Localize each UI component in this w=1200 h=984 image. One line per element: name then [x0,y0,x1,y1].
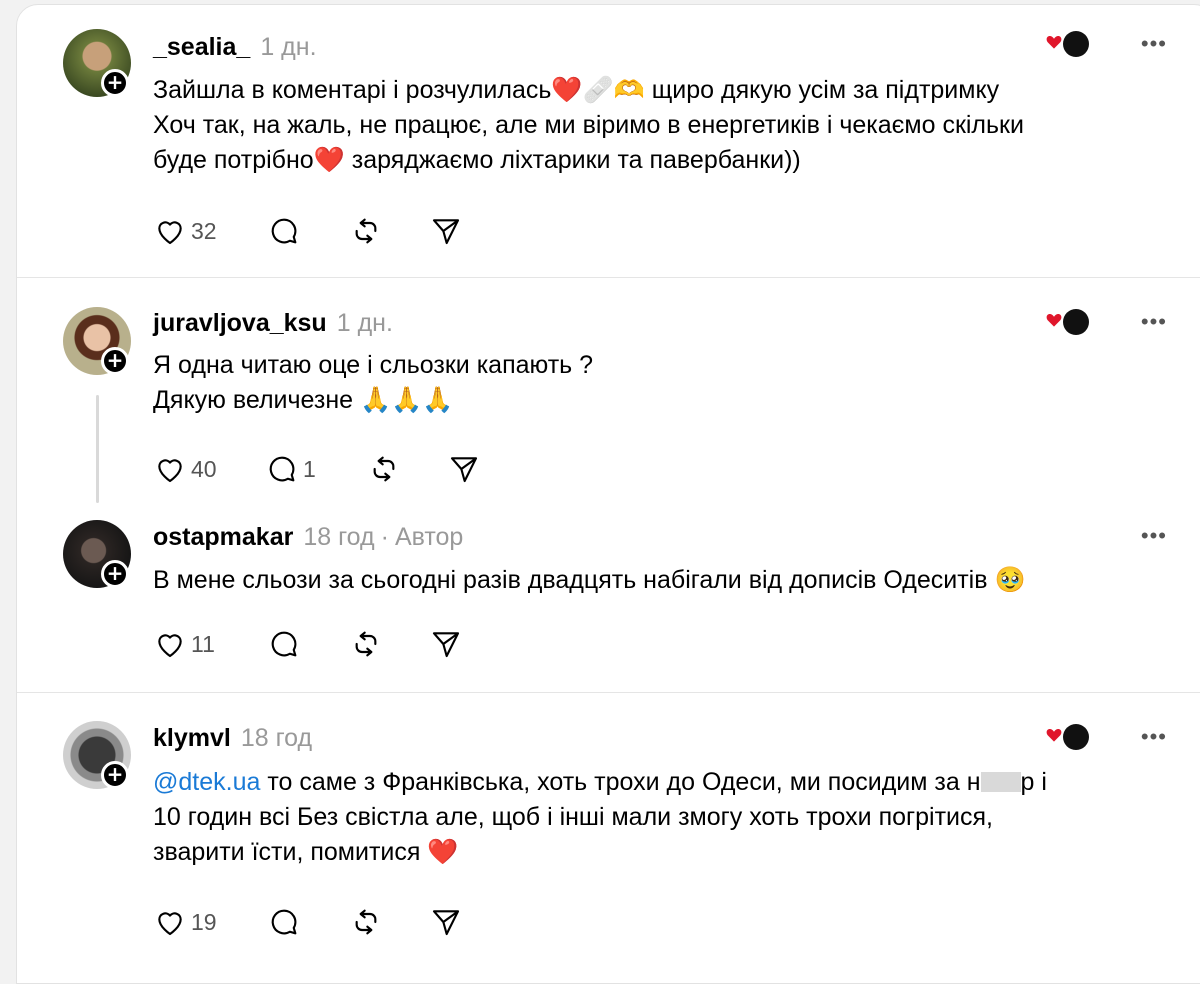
comment-text-line: Зайшла в коментарі і розчулилась❤️🩹🫶 щир… [153,76,1000,104]
mention-link[interactable]: @dtek.ua [153,768,260,796]
comment-text-line: буде потрібно❤️ заряджаємо ліхтарики та … [153,146,801,174]
comment-text-line: В мене сльози за сьогодні разів двадцять… [153,566,1026,594]
follow-plus-icon[interactable]: + [101,69,129,97]
username[interactable]: klymvl [153,724,231,752]
timestamp: 18 год [303,523,375,551]
send-icon [450,457,478,483]
thread-line [96,395,99,503]
like-count: 11 [191,630,215,657]
timestamp: 18 год [240,724,313,752]
heart-icon [158,634,182,658]
reply-button[interactable] [267,627,301,661]
avatar[interactable]: + [63,307,131,375]
reply-count: 1 [303,455,316,482]
divider [17,692,1200,693]
timestamp: 1 дн. [260,33,317,61]
comment-text-segment: р і [1020,768,1047,796]
comment-text-segment: то саме з Франківська, хоть трохи до Оде… [260,768,981,796]
username[interactable]: juravljova_ksu [153,309,327,337]
comment-icon [271,909,297,935]
share-button[interactable] [447,452,481,486]
share-button[interactable] [429,627,463,661]
reply-button[interactable] [267,905,301,939]
comment-text-line: Дякую величезне 🙏🙏🙏 [153,386,454,414]
like-button[interactable]: 11 [153,627,215,661]
comments-card: + _sealia_ 1 дн. ••• Зайшла в коментарі і… [16,4,1200,984]
comment-icon [271,631,297,657]
repost-icon [355,218,377,244]
heart-icon [158,221,182,245]
repost-icon [373,456,395,482]
follow-plus-icon[interactable]: + [101,761,129,789]
more-icon[interactable]: ••• [1141,724,1167,750]
follow-plus-icon[interactable]: + [101,347,129,375]
like-button[interactable]: 40 [153,452,217,486]
divider [17,277,1200,278]
avatar[interactable]: + [63,29,131,97]
avatar[interactable]: + [63,520,131,588]
like-count: 19 [191,908,217,935]
repost-button[interactable] [349,905,383,939]
redacted-blur [980,772,1021,792]
comment-text-line: @dtek.ua то саме з Франківська, хоть тро… [153,765,1047,800]
comment-icon [271,218,297,244]
like-count: 40 [191,455,217,482]
heart-reaction-badge-icon [1046,31,1089,57]
follow-plus-icon[interactable]: + [101,560,129,588]
repost-button[interactable] [349,214,383,248]
send-icon [432,910,460,936]
comment-text-line: зварити їсти, помитися ❤️ [153,838,459,866]
share-button[interactable] [429,214,463,248]
comment-text-line: 10 годин всі Без свістла але, щоб і інші… [153,803,993,831]
repost-icon [355,631,377,657]
reply-button[interactable] [267,214,301,248]
repost-icon [355,909,377,935]
avatar[interactable]: + [63,721,131,789]
username[interactable]: ostapmakar [153,523,293,551]
share-button[interactable] [429,905,463,939]
more-icon[interactable]: ••• [1141,523,1167,549]
separator-dot: · [380,523,389,551]
repost-button[interactable] [367,452,401,486]
comment-text-line: Хоч так, на жаль, не працює, але ми віри… [153,111,1024,139]
send-icon [432,219,460,245]
reply-button[interactable]: 1 [265,452,316,486]
heart-icon [158,912,182,936]
like-button[interactable]: 19 [153,905,217,939]
author-label: Автор [394,523,464,551]
comment-icon [269,456,295,482]
timestamp: 1 дн. [336,309,393,337]
username[interactable]: _sealia_ [153,33,250,61]
like-button[interactable]: 32 [153,214,217,248]
heart-icon [158,459,182,483]
repost-button[interactable] [349,627,383,661]
send-icon [432,632,460,658]
like-count: 32 [191,217,217,244]
heart-reaction-badge-icon [1046,724,1089,750]
more-icon[interactable]: ••• [1141,309,1167,335]
heart-reaction-badge-icon [1046,309,1089,335]
more-icon[interactable]: ••• [1141,31,1167,57]
comment-text-line: Я одна читаю оце і сльозки капають ? [153,351,594,379]
